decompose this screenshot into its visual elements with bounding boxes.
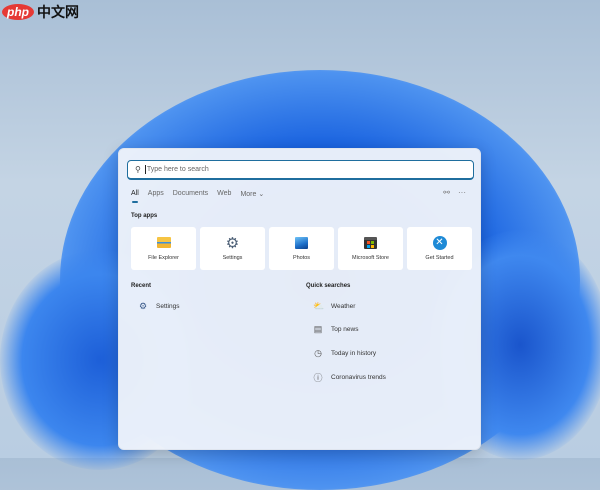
quick-search-coronavirus-trends[interactable]: ⓘ Coronavirus trends: [313, 371, 386, 384]
watermark-logo: php: [2, 4, 34, 20]
quick-search-today-in-history[interactable]: ◷ Today in history: [313, 348, 376, 359]
quick-search-weather[interactable]: ⛅ Weather: [313, 301, 355, 312]
app-microsoft-store[interactable]: Microsoft Store: [338, 227, 403, 270]
tile-label: Microsoft Store: [352, 255, 389, 261]
app-get-started[interactable]: ✕ Get Started: [407, 227, 472, 270]
item-label: Weather: [331, 303, 356, 310]
app-photos[interactable]: Photos: [269, 227, 334, 270]
photos-icon: [295, 236, 309, 249]
recent-heading: Recent: [131, 283, 152, 289]
clock-icon: ◷: [314, 348, 322, 358]
search-icon: ⚲: [135, 165, 141, 174]
quick-search-top-news[interactable]: ▤ Top news: [313, 324, 359, 335]
share-icon[interactable]: ⚯: [443, 188, 450, 197]
recent-item-settings[interactable]: ⚙ Settings: [138, 301, 180, 312]
folder-icon: [156, 236, 171, 249]
item-label: Settings: [156, 303, 180, 310]
app-file-explorer[interactable]: File Explorer: [131, 227, 196, 270]
text-caret: [144, 165, 146, 174]
tab-more[interactable]: More ⌄: [240, 190, 264, 198]
tab-documents[interactable]: Documents: [173, 190, 208, 198]
tile-label: Photos: [292, 255, 311, 261]
tile-label: Settings: [222, 255, 243, 261]
tile-label: File Explorer: [148, 255, 179, 261]
search-placeholder: Type here to search: [146, 166, 209, 173]
gear-icon: ⚙: [138, 301, 148, 311]
weather-icon: ⛅: [313, 301, 325, 311]
filter-tabs: All Apps Documents Web More ⌄: [131, 190, 264, 203]
tab-all[interactable]: All: [131, 190, 139, 203]
get-started-icon: ✕: [432, 235, 447, 250]
watermark: php 中文网: [2, 2, 79, 22]
gear-icon: ⚙: [225, 234, 240, 252]
watermark-text: 中文网: [37, 4, 79, 20]
tab-apps[interactable]: Apps: [148, 190, 164, 198]
search-input[interactable]: ⚲ Type here to search: [127, 160, 474, 180]
item-label: Top news: [331, 326, 359, 333]
tab-web[interactable]: Web: [217, 190, 231, 198]
app-settings[interactable]: ⚙ Settings: [200, 227, 265, 270]
search-panel: ⚲ Type here to search All Apps Documents…: [118, 148, 481, 450]
store-icon: [364, 236, 378, 249]
top-apps-heading: Top apps: [131, 213, 158, 219]
tile-label: Get Started: [425, 255, 454, 261]
more-options-icon[interactable]: ···: [458, 188, 466, 197]
item-label: Today in history: [331, 350, 377, 357]
item-label: Coronavirus trends: [331, 374, 386, 381]
news-icon: ▤: [313, 324, 323, 334]
quick-searches-heading: Quick searches: [306, 283, 351, 289]
info-icon: ⓘ: [313, 373, 323, 383]
